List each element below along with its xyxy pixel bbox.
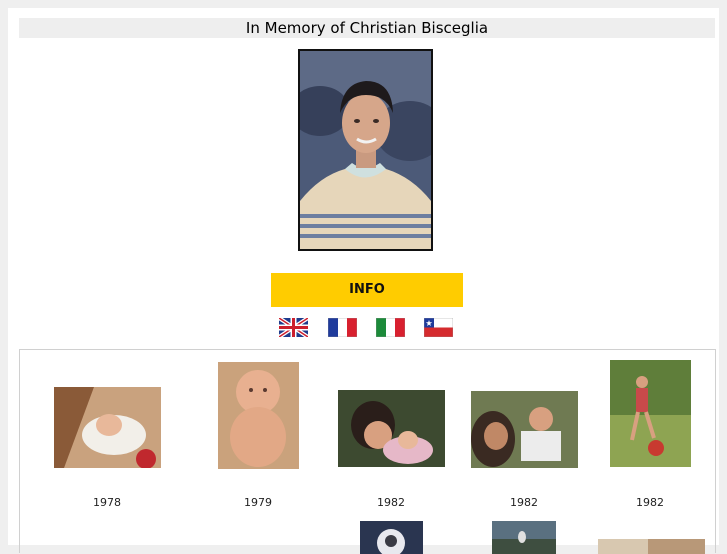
photo-thumbnail[interactable] <box>610 360 691 467</box>
photo-thumbnail[interactable] <box>598 539 705 554</box>
photo-year: 1978 <box>93 496 121 509</box>
info-button[interactable]: INFO <box>271 273 463 307</box>
photo-thumbnail[interactable] <box>218 362 299 469</box>
language-flags <box>277 316 459 339</box>
photo-thumbnail[interactable] <box>471 391 578 468</box>
italy-flag-icon[interactable] <box>375 317 406 338</box>
photo-year: 1982 <box>636 496 664 509</box>
uk-flag-icon[interactable] <box>277 316 310 339</box>
photo-year: 1982 <box>377 496 405 509</box>
chile-flag-icon[interactable] <box>423 317 454 338</box>
photo-gallery: 1978 1979 1982 1982 1982 <box>19 349 716 554</box>
photo-thumbnail[interactable] <box>54 387 161 468</box>
photo-year: 1979 <box>244 496 272 509</box>
memorial-page: In Memory of Christian Bisceglia INFO 19… <box>8 8 719 554</box>
photo-thumbnail[interactable] <box>360 521 423 554</box>
photo-thumbnail[interactable] <box>338 390 445 467</box>
photo-year: 1982 <box>510 496 538 509</box>
portrait-photo <box>298 49 433 251</box>
france-flag-icon[interactable] <box>327 317 358 338</box>
photo-thumbnail[interactable] <box>492 521 556 554</box>
page-title: In Memory of Christian Bisceglia <box>19 18 715 38</box>
